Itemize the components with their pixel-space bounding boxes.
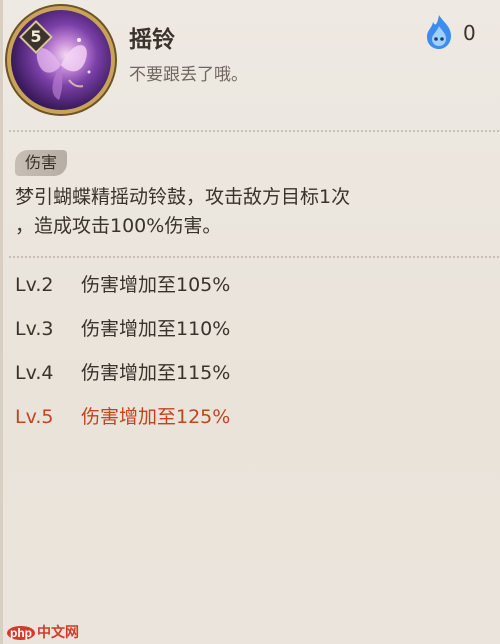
level-row-current: Lv.5 伤害增加至125% [15,402,230,432]
level-effect: 伤害增加至125% [81,406,231,428]
watermark-text: 中文网 [37,624,79,640]
level-row: Lv.4 伤害增加至115% [15,358,230,388]
skill-detail-panel: 5 摇铃 不要跟丢了哦。 0 伤害 梦引蝴蝶精摇动铃鼓，攻击敌方目标1次 ，造成… [0,0,500,644]
skill-quote: 不要跟丢了哦。 [129,65,248,85]
level-row: Lv.2 伤害增加至105% [15,270,230,300]
skill-cost-value: 0 [463,21,476,45]
skill-description-line: 梦引蝴蝶精摇动铃鼓，攻击敌方目标1次 [15,186,351,208]
skill-type-tag: 伤害 [15,150,68,176]
ghost-fire-icon [427,15,451,49]
level-row: Lv.3 伤害增加至110% [15,314,230,344]
skill-level-badge: 5 [19,20,53,54]
skill-icon-wrap: 5 [11,10,111,110]
divider [9,256,500,258]
level-effect: 伤害增加至110% [81,318,231,340]
site-watermark: php 中文网 [7,622,79,642]
level-label: Lv.2 [15,274,54,296]
skill-description: 梦引蝴蝶精摇动铃鼓，攻击敌方目标1次 ，造成攻击100%伤害。 [15,183,485,241]
watermark-logo: php [7,626,35,640]
divider [9,130,500,132]
level-effect: 伤害增加至105% [81,274,231,296]
level-label: Lv.3 [15,318,54,340]
skill-name: 摇铃 [129,27,175,53]
skill-level-number: 5 [30,27,42,46]
level-label: Lv.5 [15,406,54,428]
level-label: Lv.4 [15,362,54,384]
level-effect: 伤害增加至115% [81,362,231,384]
skill-description-line: ，造成攻击100%伤害。 [15,215,222,237]
